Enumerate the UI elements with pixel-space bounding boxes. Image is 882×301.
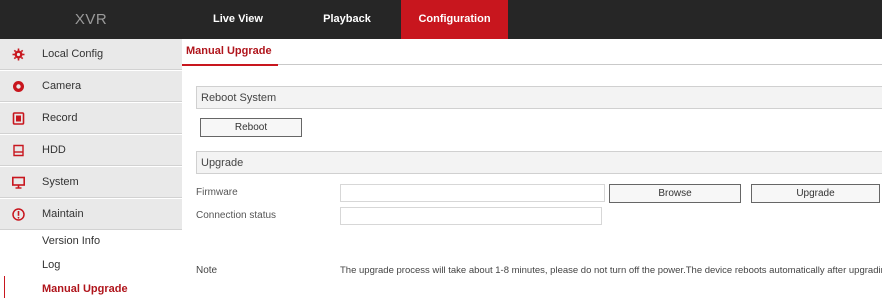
sidebar-item-maintain[interactable]: Maintain bbox=[0, 199, 182, 230]
note-label: Note bbox=[196, 265, 218, 276]
connection-status-field bbox=[340, 207, 602, 225]
gear-icon bbox=[12, 48, 25, 61]
browse-button[interactable]: Browse bbox=[609, 184, 741, 203]
sidebar-item-label: Maintain bbox=[42, 208, 84, 220]
upgrade-section-header: Upgrade bbox=[196, 151, 882, 174]
tab-playback[interactable]: Playback bbox=[293, 0, 401, 39]
sidebar-item-record[interactable]: Record bbox=[0, 103, 182, 134]
tab-live-view[interactable]: Live View bbox=[183, 0, 293, 39]
subitem-manual-upgrade[interactable]: Manual Upgrade bbox=[42, 283, 128, 295]
sidebar-item-label: Local Config bbox=[42, 48, 104, 60]
main-panel: Manual Upgrade Reboot System Reboot Upgr… bbox=[182, 39, 882, 301]
reboot-section-header: Reboot System bbox=[196, 86, 882, 109]
sidebar-item-label: HDD bbox=[42, 144, 66, 156]
sidebar-item-label: Camera bbox=[42, 80, 82, 92]
reboot-button[interactable]: Reboot bbox=[200, 118, 302, 137]
active-tab-underline bbox=[182, 64, 278, 66]
subitem-log[interactable]: Log bbox=[42, 259, 60, 271]
camera-icon bbox=[13, 81, 24, 92]
hdd-icon bbox=[13, 144, 24, 157]
tab-manual-upgrade[interactable]: Manual Upgrade bbox=[186, 45, 272, 57]
monitor-icon bbox=[12, 176, 25, 189]
top-navigation-bar: XVR Live View Playback Configuration bbox=[0, 0, 882, 39]
section-title: Upgrade bbox=[201, 157, 244, 169]
subitem-version-info[interactable]: Version Info bbox=[42, 235, 100, 247]
note-text: The upgrade process will take about 1-8 … bbox=[340, 265, 882, 276]
connection-status-label: Connection status bbox=[196, 210, 277, 221]
sidebar-item-system[interactable]: System bbox=[0, 167, 182, 198]
sidebar-item-camera[interactable]: Camera bbox=[0, 71, 182, 102]
sidebar-item-hdd[interactable]: HDD bbox=[0, 135, 182, 166]
firmware-path-field[interactable] bbox=[340, 184, 605, 202]
firmware-label: Firmware bbox=[196, 187, 238, 198]
active-subitem-marker bbox=[4, 276, 5, 298]
section-title: Reboot System bbox=[201, 92, 277, 104]
sidebar-item-label: System bbox=[42, 176, 79, 188]
sidebar-item-label: Record bbox=[42, 112, 78, 124]
info-icon bbox=[12, 208, 25, 221]
content-tab-bar: Manual Upgrade bbox=[182, 39, 882, 66]
record-icon bbox=[12, 112, 25, 125]
upgrade-button[interactable]: Upgrade bbox=[751, 184, 880, 203]
tab-configuration[interactable]: Configuration bbox=[401, 0, 508, 39]
sidebar: Local Config Camera Record HDD System Ma… bbox=[0, 39, 182, 301]
sidebar-item-local-config[interactable]: Local Config bbox=[0, 39, 182, 70]
brand-logo: XVR bbox=[74, 11, 108, 28]
